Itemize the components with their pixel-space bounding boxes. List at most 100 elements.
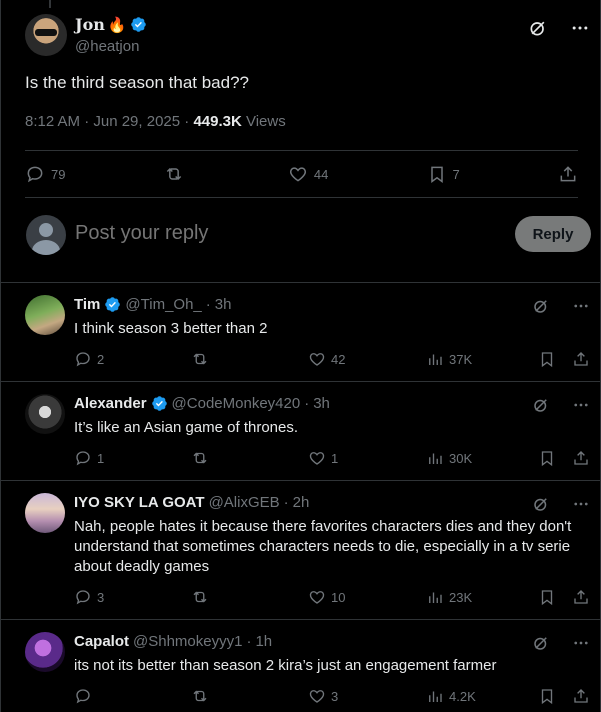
grok-icon[interactable] — [532, 495, 550, 513]
reply-action-bar: 3 10 23K — [74, 588, 590, 608]
views-action[interactable]: 37K — [426, 350, 472, 368]
bookmark-icon[interactable] — [538, 687, 556, 705]
views-count: 449.3K — [193, 113, 242, 130]
reply-avatar[interactable] — [25, 295, 65, 335]
heart-icon — [309, 353, 325, 366]
author-handle[interactable]: @heatjon — [75, 38, 139, 55]
heart-icon — [309, 591, 325, 604]
heart-icon — [309, 452, 325, 465]
tweet-top-icons — [528, 18, 590, 38]
views-action[interactable]: 4.2K — [426, 687, 476, 705]
reply-header: Alexander @CodeMonkey420 · 3h — [74, 395, 330, 412]
repost-icon — [193, 690, 207, 702]
reply-time[interactable]: 3h — [313, 395, 330, 412]
separator-dot: · — [246, 633, 252, 650]
reply-action[interactable]: 2 — [74, 350, 104, 368]
grok-icon[interactable] — [532, 396, 550, 414]
reply-action[interactable]: 79 — [25, 164, 65, 184]
heart-icon — [289, 167, 306, 182]
repost-icon — [193, 353, 207, 365]
like-action[interactable]: 42 — [308, 350, 345, 368]
like-action[interactable]: 10 — [308, 588, 345, 606]
share-icon[interactable] — [572, 588, 590, 606]
reply-icon — [27, 166, 43, 183]
views-action[interactable]: 23K — [426, 588, 472, 606]
grok-icon[interactable] — [528, 18, 548, 38]
repost-action[interactable] — [191, 449, 209, 467]
reply-avatar[interactable] — [25, 493, 65, 533]
bookmark-count: 7 — [452, 166, 460, 182]
reply-time[interactable]: 1h — [255, 633, 272, 650]
reply-tweet[interactable]: Alexander @CodeMonkey420 · 3h It’s like … — [1, 382, 601, 481]
author-name-row[interactable]: Jon 🔥 — [75, 15, 147, 34]
reply-text: It’s like an Asian game of thrones. — [74, 419, 299, 436]
like-action[interactable]: 3 — [308, 687, 338, 705]
reply-avatar[interactable] — [25, 632, 65, 672]
share-action[interactable] — [558, 164, 578, 184]
reply-text: I think season 3 better than 2 — [74, 320, 268, 337]
reply-action[interactable]: 1 — [74, 449, 104, 467]
reply-action[interactable] — [74, 687, 97, 705]
reply-author-handle[interactable]: @AlixGEB — [209, 494, 280, 511]
share-icon[interactable] — [572, 350, 590, 368]
reply-button[interactable]: Reply — [515, 216, 591, 252]
repost-action[interactable] — [191, 350, 209, 368]
views-count: 23K — [449, 589, 473, 605]
views-label: Views — [241, 113, 286, 130]
reply-header: IYO SKY LA GOAT @AlixGEB · 2h — [74, 494, 309, 511]
share-icon[interactable] — [572, 449, 590, 467]
reply-action[interactable]: 3 — [74, 588, 104, 606]
more-options-icon[interactable] — [572, 396, 590, 414]
share-icon[interactable] — [572, 687, 590, 705]
reply-right-actions — [538, 449, 590, 467]
reply-right-actions — [538, 350, 590, 368]
more-options-icon[interactable] — [572, 297, 590, 315]
views-count: 4.2K — [449, 688, 476, 704]
reply-icon — [76, 352, 90, 367]
repost-action[interactable] — [191, 588, 209, 606]
reply-top-icons — [532, 634, 590, 652]
more-options-icon[interactable] — [572, 634, 590, 652]
views-action[interactable]: 30K — [426, 449, 472, 467]
bookmark-action[interactable]: 7 — [427, 164, 460, 184]
repost-icon — [193, 452, 207, 464]
verified-badge-icon — [105, 297, 121, 312]
reply-tweet[interactable]: Capalot @Shhmokeyyy1 · 1h its not its be… — [1, 620, 601, 712]
more-options-icon[interactable] — [572, 495, 590, 513]
author-avatar[interactable] — [25, 14, 67, 56]
reply-author-name[interactable]: Tim — [74, 296, 100, 313]
reply-text: its not its better than season 2 kira’s … — [74, 657, 497, 674]
reply-time[interactable]: 3h — [215, 296, 232, 313]
reply-input[interactable] — [75, 222, 475, 245]
repost-action[interactable] — [191, 687, 209, 705]
bookmark-icon[interactable] — [538, 449, 556, 467]
reply-author-name[interactable]: IYO SKY LA GOAT — [74, 494, 205, 511]
repost-action[interactable] — [164, 164, 190, 184]
reply-author-handle[interactable]: @Tim_Oh_ — [125, 296, 201, 313]
views-count: 37K — [449, 351, 473, 367]
reply-tweet[interactable]: IYO SKY LA GOAT @AlixGEB · 2h Nah, peopl… — [1, 481, 601, 620]
grok-icon[interactable] — [532, 297, 550, 315]
reply-author-handle[interactable]: @Shhmokeyyy1 — [133, 633, 242, 650]
reply-time[interactable]: 2h — [293, 494, 310, 511]
reply-avatar[interactable] — [25, 394, 65, 434]
more-options-icon[interactable] — [570, 18, 590, 38]
bookmark-icon[interactable] — [538, 588, 556, 606]
analytics-icon — [429, 592, 442, 603]
reply-action-bar: 2 42 37K — [74, 350, 590, 370]
like-count: 3 — [331, 688, 339, 704]
reply-top-icons — [532, 396, 590, 414]
reply-author-handle[interactable]: @CodeMonkey420 — [172, 395, 301, 412]
bookmark-icon[interactable] — [538, 350, 556, 368]
repost-icon — [166, 167, 181, 181]
like-action[interactable]: 1 — [308, 449, 338, 467]
thread-connector-line — [49, 0, 51, 8]
grok-icon[interactable] — [532, 634, 550, 652]
reply-author-name[interactable]: Alexander — [74, 395, 147, 412]
like-action[interactable]: 44 — [288, 164, 328, 184]
tweet-timestamp[interactable]: 8:12 AM · Jun 29, 2025 · — [25, 113, 193, 130]
divider — [25, 197, 578, 198]
reply-author-name[interactable]: Capalot — [74, 633, 129, 650]
reply-tweet[interactable]: Tim @Tim_Oh_ · 3h I think season 3 bette… — [1, 283, 601, 382]
author-name[interactable]: Jon — [75, 15, 105, 34]
